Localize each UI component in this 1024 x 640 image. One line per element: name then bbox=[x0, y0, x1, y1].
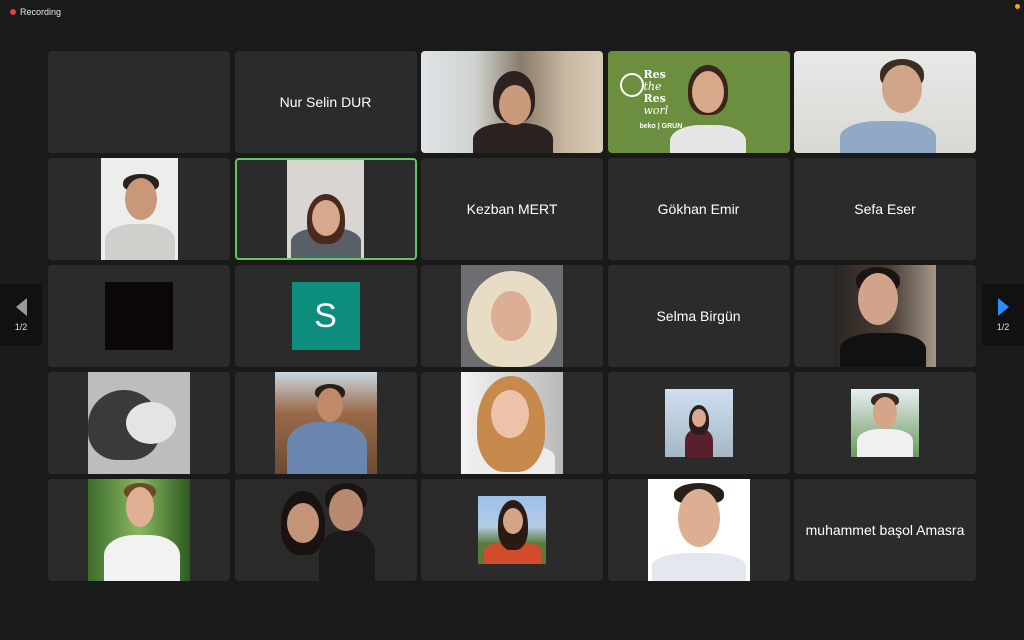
participant-name: Gökhan Emir bbox=[657, 201, 740, 217]
participant-photo bbox=[647, 479, 750, 581]
participant-tile[interactable] bbox=[48, 479, 230, 581]
participant-tile[interactable] bbox=[421, 372, 603, 474]
participant-tile[interactable] bbox=[234, 372, 417, 474]
participant-tile[interactable]: S bbox=[234, 265, 417, 367]
participant-photo bbox=[88, 372, 190, 474]
participant-name: Kezban MERT bbox=[466, 201, 558, 217]
previous-page-button[interactable]: 1/2 bbox=[0, 284, 42, 346]
avatar: S bbox=[291, 282, 360, 350]
participant-name: Nur Selin DUR bbox=[279, 94, 372, 110]
participant-tile[interactable] bbox=[48, 158, 230, 260]
participant-tile[interactable] bbox=[794, 372, 976, 474]
recording-indicator[interactable]: Recording bbox=[10, 6, 61, 18]
participant-name: Selma Birgün bbox=[656, 308, 741, 324]
background-text: beko | GRUN bbox=[639, 123, 683, 130]
status-dot-icon bbox=[1015, 4, 1020, 9]
participant-photo bbox=[834, 265, 936, 367]
participant-video: Res the Res worl beko | GRUN bbox=[607, 51, 790, 153]
participant-tile[interactable]: muhammet başol Amasra bbox=[794, 479, 976, 581]
participant-video bbox=[287, 160, 364, 258]
participant-video bbox=[421, 51, 603, 153]
participant-photo bbox=[88, 479, 190, 581]
participant-tile[interactable] bbox=[421, 265, 603, 367]
participant-video bbox=[794, 51, 976, 153]
background-text: worl bbox=[643, 104, 669, 117]
participant-video bbox=[105, 282, 173, 350]
participant-name: Sefa Eser bbox=[854, 201, 916, 217]
chevron-right-icon bbox=[997, 298, 1009, 316]
participant-tile[interactable] bbox=[48, 265, 230, 367]
participant-tile[interactable]: Sefa Eser bbox=[794, 158, 976, 260]
participant-tile[interactable]: Selma Birgün bbox=[607, 265, 790, 367]
participant-tile[interactable]: Res the Res worl beko | GRUN bbox=[607, 51, 790, 153]
active-speaker-tile[interactable] bbox=[234, 158, 417, 260]
chevron-left-icon bbox=[15, 298, 27, 316]
participant-tile[interactable] bbox=[794, 265, 976, 367]
participant-photo bbox=[478, 496, 546, 564]
page-indicator-left: 1/2 bbox=[14, 322, 28, 332]
participant-photo bbox=[461, 372, 563, 474]
participant-photo bbox=[851, 389, 919, 457]
participant-tile[interactable] bbox=[794, 51, 976, 153]
participant-photo bbox=[274, 372, 377, 474]
participant-tile[interactable] bbox=[607, 372, 790, 474]
participant-tile[interactable]: Kezban MERT bbox=[421, 158, 603, 260]
recording-label: Recording bbox=[20, 7, 62, 17]
participant-name: muhammet başol Amasra bbox=[805, 522, 965, 538]
participant-tile[interactable] bbox=[48, 372, 230, 474]
participant-photo bbox=[664, 389, 733, 457]
participant-video bbox=[100, 158, 178, 260]
globe-logo-icon bbox=[619, 73, 644, 97]
record-dot-icon bbox=[10, 9, 16, 15]
participant-grid: Nur Selin DUR Res the Res worl beko | GR… bbox=[48, 51, 976, 581]
next-page-button[interactable]: 1/2 bbox=[982, 284, 1024, 346]
participant-photo bbox=[274, 479, 377, 581]
participant-photo bbox=[461, 265, 563, 367]
page-indicator-right: 1/2 bbox=[996, 322, 1010, 332]
participant-tile[interactable] bbox=[607, 479, 790, 581]
participant-tile[interactable] bbox=[48, 51, 230, 153]
participant-tile[interactable]: Gökhan Emir bbox=[607, 158, 790, 260]
participant-tile[interactable] bbox=[421, 479, 603, 581]
participant-tile[interactable]: Nur Selin DUR bbox=[234, 51, 417, 153]
participant-tile[interactable] bbox=[421, 51, 603, 153]
meeting-gallery-view: Recording 1/2 1/2 Nur Selin DUR Res the … bbox=[0, 0, 1024, 640]
participant-tile[interactable] bbox=[234, 479, 417, 581]
